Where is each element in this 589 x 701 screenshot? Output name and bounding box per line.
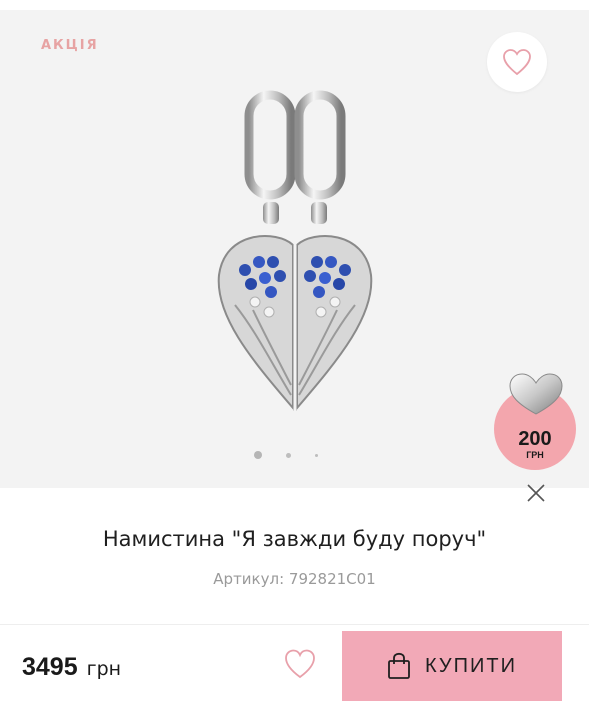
price-value: 3495 [22, 653, 78, 681]
promo-offer[interactable]: 200 ГРН [494, 372, 589, 470]
close-icon[interactable] [525, 482, 547, 504]
heart-outline-icon [503, 49, 531, 76]
carousel-indicator[interactable] [254, 451, 342, 459]
buy-button[interactable]: КУПИТИ [342, 631, 562, 701]
purchase-bar: 3495 грн КУПИТИ [0, 624, 589, 701]
price: 3495 грн [22, 653, 121, 682]
shopping-bag-icon [388, 652, 410, 679]
promo-currency: ГРН [526, 450, 544, 460]
carousel-dot-1[interactable] [254, 451, 262, 459]
buy-button-label: КУПИТИ [425, 654, 517, 677]
silver-heart-charm-icon [509, 373, 563, 415]
product-sku: Артикул: 792821C01 [213, 570, 376, 588]
carousel-dot-2[interactable] [286, 452, 291, 458]
heart-outline-icon[interactable] [283, 647, 317, 681]
carousel-dot-3[interactable] [315, 453, 318, 457]
sale-badge: АКЦІЯ [41, 38, 99, 53]
product-title: Намистина "Я завжди буду поруч" [102, 527, 487, 551]
add-to-wishlist-button[interactable] [487, 32, 547, 92]
product-image [217, 90, 373, 411]
promo-price: 200 [518, 428, 552, 450]
price-currency: грн [86, 658, 122, 680]
